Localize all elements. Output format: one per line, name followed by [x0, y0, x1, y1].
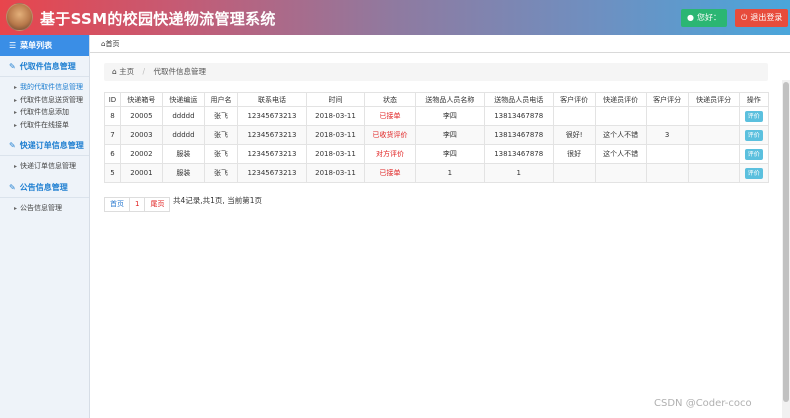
sidebar-group-pickup[interactable]: ✎ 代取件信息管理 [0, 56, 89, 77]
logout-label: 退出登录 [750, 13, 783, 22]
sidebar-item-pickup-add[interactable]: ▸ 代取件信息添加 [0, 106, 89, 119]
col-header: 时间 [305, 92, 366, 107]
evaluate-button[interactable]: 评价 [744, 129, 763, 141]
col-header: ID [104, 92, 121, 107]
col-header: 送物品人员名称 [415, 92, 485, 107]
table-row: 6 20002 服装 张飞 12345673213 2018-03-11 对方评… [104, 144, 770, 164]
sidebar-item-notice[interactable]: ▸ 公告信息管理 [0, 202, 89, 215]
logout-button[interactable]: ⏻ 退出登录 [735, 9, 789, 27]
page-info: 共4记录,共1页, 当前第1页 [173, 196, 262, 205]
sidebar-group-orders[interactable]: ✎ 快递订单信息管理 [0, 135, 89, 156]
app-title: 基于SSM的校园快递物流管理系统 [40, 10, 276, 28]
col-header: 操作 [738, 92, 770, 107]
caret-right-icon: ▸ [14, 109, 18, 116]
sidebar-group-notice[interactable]: ✎ 公告信息管理 [0, 177, 89, 198]
col-header: 客户评价 [552, 92, 596, 107]
page-last-link[interactable]: 尾页 [144, 197, 171, 212]
edit-icon: ✎ [9, 141, 16, 150]
status-badge: 已收货评价 [364, 125, 417, 145]
main-content: ⌂首页 ⌂ 主页 / 代取件信息管理 ID 快递箱号 快递编运 用户名 联系电话… [90, 35, 790, 418]
table-header-row: ID 快递箱号 快递编运 用户名 联系电话 时间 状态 送物品人员名称 送物品人… [104, 92, 770, 107]
page-current[interactable]: 1 [129, 197, 146, 212]
home-icon: ⌂ [112, 67, 117, 76]
breadcrumb-home[interactable]: 主页 [119, 67, 134, 76]
breadcrumb: ⌂ 主页 / 代取件信息管理 [104, 63, 768, 81]
pickup-table: ID 快递箱号 快递编运 用户名 联系电话 时间 状态 送物品人员名称 送物品人… [104, 92, 770, 183]
evaluate-button[interactable]: 评价 [744, 167, 763, 179]
caret-right-icon: ▸ [14, 204, 18, 212]
power-icon: ⏻ [741, 13, 748, 22]
top-breadcrumb: ⌂首页 [90, 35, 790, 53]
sidebar-item-my-pickup[interactable]: ▸ 我的代取件信息管理 [0, 81, 89, 94]
table-row: 7 20003 ddddd 张飞 12345673213 2018-03-11 … [104, 125, 770, 145]
page-first-link[interactable]: 首页 [104, 197, 130, 212]
list-icon: ☰ [9, 41, 17, 50]
menu-header: ☰ 菜单列表 [0, 35, 89, 56]
scrollbar[interactable] [782, 80, 790, 418]
status-badge: 已接单 [364, 106, 417, 126]
col-header: 快递员评分 [687, 92, 740, 107]
col-header: 状态 [364, 92, 417, 107]
col-header: 快递箱号 [119, 92, 163, 107]
col-header: 快递员评价 [594, 92, 647, 107]
sidebar-item-pickup-delivery[interactable]: ▸ 代取件信息送货管理 [0, 94, 89, 107]
table-row: 5 20001 服装 张飞 12345673213 2018-03-11 已接单… [104, 163, 770, 183]
sidebar-item-pickup-online[interactable]: ▸ 代取件在线接单 [0, 119, 89, 132]
top-bar: 基于SSM的校园快递物流管理系统 ● 您好： ⏻ 退出登录 [0, 0, 790, 35]
col-header: 用户名 [203, 92, 239, 107]
user-greeting-label: 您好： [696, 13, 721, 22]
watermark: CSDN @Coder-coco [654, 398, 752, 409]
pagination: 首页 1 尾页 [104, 197, 171, 212]
scrollbar-thumb[interactable] [783, 82, 789, 402]
breadcrumb-current: 代取件信息管理 [153, 67, 206, 76]
sidebar-item-orders[interactable]: ▸ 快递订单信息管理 [0, 160, 89, 173]
edit-icon: ✎ [9, 62, 16, 71]
status-badge: 对方评价 [364, 144, 417, 164]
evaluate-button[interactable]: 评价 [744, 148, 763, 160]
evaluate-button[interactable]: 评价 [744, 110, 763, 122]
col-header: 快递编运 [161, 92, 205, 107]
top-breadcrumb-home[interactable]: 首页 [105, 40, 119, 48]
user-greeting-button[interactable]: ● 您好： [681, 9, 727, 27]
user-icon: ● [687, 13, 694, 22]
caret-right-icon: ▸ [14, 163, 18, 170]
caret-right-icon: ▸ [14, 96, 18, 104]
caret-right-icon: ▸ [14, 84, 18, 91]
status-badge: 已接单 [364, 163, 417, 183]
sidebar: ☰ 菜单列表 ✎ 代取件信息管理 ▸ 我的代取件信息管理 ▸ 代取件信息送货管理 ▸ 代取… [0, 35, 90, 418]
edit-icon: ✎ [9, 182, 16, 192]
col-header: 送物品人员电话 [483, 92, 554, 107]
col-header: 联系电话 [237, 92, 307, 107]
table-row: 8 20005 ddddd 张飞 12345673213 2018-03-11 … [104, 106, 770, 126]
col-header: 客户评分 [645, 92, 689, 107]
app-logo [6, 3, 33, 31]
caret-right-icon: ▸ [14, 121, 18, 129]
